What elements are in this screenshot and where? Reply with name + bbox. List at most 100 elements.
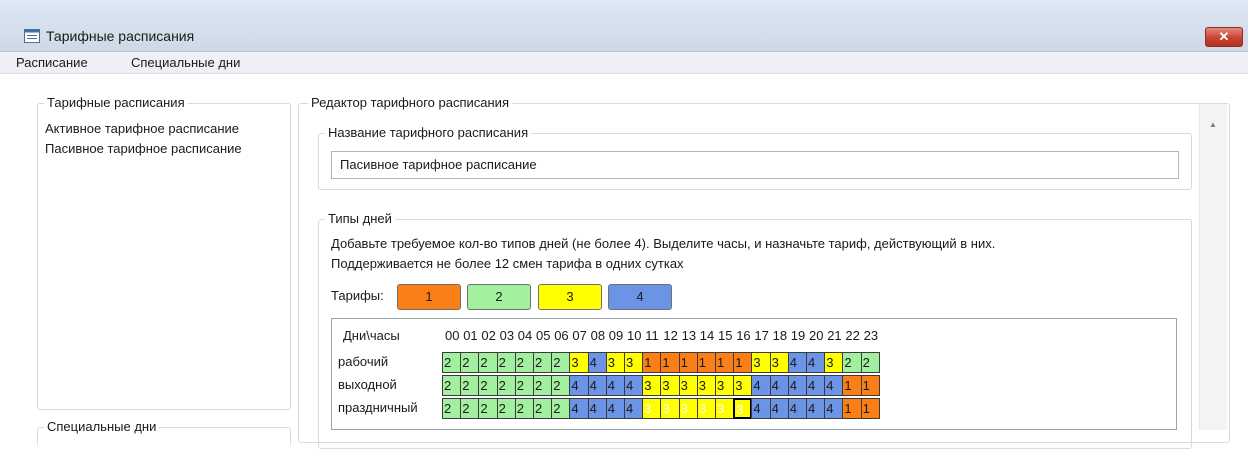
tariff-cell[interactable]: 3 <box>696 398 716 419</box>
tariff-cell[interactable]: 3 <box>824 352 844 373</box>
tariff-cell[interactable]: 3 <box>642 398 662 419</box>
hour-header: 23 <box>863 328 879 343</box>
tariff-cell[interactable]: 3 <box>569 352 589 373</box>
tariff-cell[interactable]: 4 <box>751 375 771 396</box>
tariff-cell[interactable]: 4 <box>769 398 789 419</box>
tariff-cell[interactable]: 2 <box>533 352 553 373</box>
schedules-legend: Тарифные расписания <box>44 95 188 110</box>
info-text-line-2: Поддерживается не более 12 смен тарифа в… <box>331 256 684 271</box>
hour-header: 09 <box>608 328 624 343</box>
tariff-cell[interactable]: 2 <box>514 352 534 373</box>
tariff-cell[interactable]: 3 <box>751 352 771 373</box>
tariff-cell[interactable]: 4 <box>569 375 589 396</box>
tariff-cell[interactable]: 4 <box>806 398 826 419</box>
tariff-cell[interactable]: 3 <box>733 398 753 419</box>
tariff-cell[interactable]: 1 <box>642 352 662 373</box>
tariff-cell[interactable]: 4 <box>806 375 826 396</box>
tariff-cell[interactable]: 4 <box>824 375 844 396</box>
close-button[interactable]: ✕ <box>1205 27 1243 47</box>
tariff-cell[interactable]: 2 <box>460 398 480 419</box>
schedule-item-active[interactable]: Активное тарифное расписание <box>45 121 239 136</box>
day-types-legend: Типы дней <box>325 211 395 226</box>
tariff-cell[interactable]: 2 <box>442 398 462 419</box>
hour-header: 22 <box>845 328 860 343</box>
tariff-cell[interactable]: 2 <box>514 398 534 419</box>
tariff-cell[interactable]: 4 <box>824 398 844 419</box>
hour-header: 04 <box>517 328 533 343</box>
tariff-button-2[interactable]: 2 <box>467 284 531 310</box>
tariff-cell[interactable]: 4 <box>605 398 625 419</box>
tariff-cell[interactable]: 3 <box>733 375 753 396</box>
tariff-cell[interactable]: 3 <box>678 375 698 396</box>
menu-schedule[interactable]: Расписание <box>16 55 88 70</box>
hour-header: 08 <box>590 328 606 343</box>
menu-bar: Расписание Специальные дни <box>0 52 1248 74</box>
tariff-cell[interactable]: 2 <box>496 375 516 396</box>
tariff-cell[interactable]: 1 <box>696 352 716 373</box>
tariff-cell[interactable]: 2 <box>551 352 571 373</box>
tariff-cell[interactable]: 4 <box>769 375 789 396</box>
day-type-label[interactable]: выходной <box>338 375 397 395</box>
tariff-cell[interactable]: 4 <box>787 375 807 396</box>
tariff-cell[interactable]: 3 <box>660 375 680 396</box>
tariff-cell[interactable]: 4 <box>624 375 644 396</box>
tariff-cell[interactable]: 1 <box>660 352 680 373</box>
tariff-cell[interactable]: 2 <box>496 352 516 373</box>
tariff-cell[interactable]: 4 <box>624 398 644 419</box>
tariff-cell[interactable]: 4 <box>806 352 826 373</box>
tariff-cell[interactable]: 4 <box>787 352 807 373</box>
title-bar: Тарифные расписания ✕ <box>0 0 1248 52</box>
grid-corner-header: Дни\часы <box>343 328 400 343</box>
tariff-cell[interactable]: 1 <box>860 398 880 419</box>
scroll-up-arrow-icon[interactable]: ▲ <box>1209 120 1217 129</box>
tariff-cell[interactable]: 2 <box>478 375 498 396</box>
tariff-cell[interactable]: 1 <box>715 352 735 373</box>
menu-special-days[interactable]: Специальные дни <box>131 55 240 70</box>
tariff-cell[interactable]: 4 <box>605 375 625 396</box>
tariff-cell[interactable]: 3 <box>642 375 662 396</box>
tariff-cell[interactable]: 2 <box>478 398 498 419</box>
tariff-button-3[interactable]: 3 <box>538 284 602 310</box>
tariff-cell[interactable]: 1 <box>678 352 698 373</box>
tariff-cell[interactable]: 4 <box>751 398 771 419</box>
tariff-cell[interactable]: 3 <box>624 352 644 373</box>
tariff-cell[interactable]: 2 <box>460 352 480 373</box>
tariff-cell[interactable]: 2 <box>860 352 880 373</box>
tariff-cell[interactable]: 3 <box>769 352 789 373</box>
tariff-cell[interactable]: 2 <box>478 352 498 373</box>
tariff-cell[interactable]: 4 <box>587 352 607 373</box>
vertical-scrollbar[interactable]: ▲ <box>1199 104 1227 430</box>
tariff-cell[interactable]: 4 <box>587 375 607 396</box>
tariff-cell[interactable]: 3 <box>660 398 680 419</box>
schedule-name-input[interactable]: Пасивное тарифное расписание <box>331 151 1179 179</box>
tariff-cell[interactable]: 2 <box>533 375 553 396</box>
tariff-cell[interactable]: 2 <box>442 375 462 396</box>
window-title: Тарифные расписания <box>46 28 195 44</box>
tariff-cell[interactable]: 2 <box>496 398 516 419</box>
day-type-label[interactable]: праздничный <box>338 398 418 418</box>
tariff-cell[interactable]: 1 <box>842 398 862 419</box>
tariff-cell[interactable]: 2 <box>551 375 571 396</box>
tariff-cell[interactable]: 2 <box>533 398 553 419</box>
tariff-button-1[interactable]: 1 <box>397 284 461 310</box>
tariff-cell[interactable]: 3 <box>715 398 735 419</box>
tariff-cell[interactable]: 2 <box>514 375 534 396</box>
hour-header: 12 <box>663 328 678 343</box>
tariff-cell[interactable]: 1 <box>842 375 862 396</box>
tariff-cell[interactable]: 1 <box>860 375 880 396</box>
tariff-cell[interactable]: 3 <box>715 375 735 396</box>
tariff-cell[interactable]: 4 <box>569 398 589 419</box>
tariff-cell[interactable]: 3 <box>696 375 716 396</box>
tariff-cell[interactable]: 2 <box>842 352 862 373</box>
tariff-cell[interactable]: 1 <box>733 352 753 373</box>
schedule-item-passive[interactable]: Пасивное тарифное расписание <box>45 141 242 156</box>
day-type-label[interactable]: рабочий <box>338 352 388 372</box>
tariff-cell[interactable]: 3 <box>605 352 625 373</box>
tariff-cell[interactable]: 2 <box>551 398 571 419</box>
tariff-cell[interactable]: 4 <box>587 398 607 419</box>
tariff-cell[interactable]: 2 <box>442 352 462 373</box>
tariff-cell[interactable]: 3 <box>678 398 698 419</box>
tariff-button-4[interactable]: 4 <box>608 284 672 310</box>
tariff-cell[interactable]: 4 <box>787 398 807 419</box>
tariff-cell[interactable]: 2 <box>460 375 480 396</box>
